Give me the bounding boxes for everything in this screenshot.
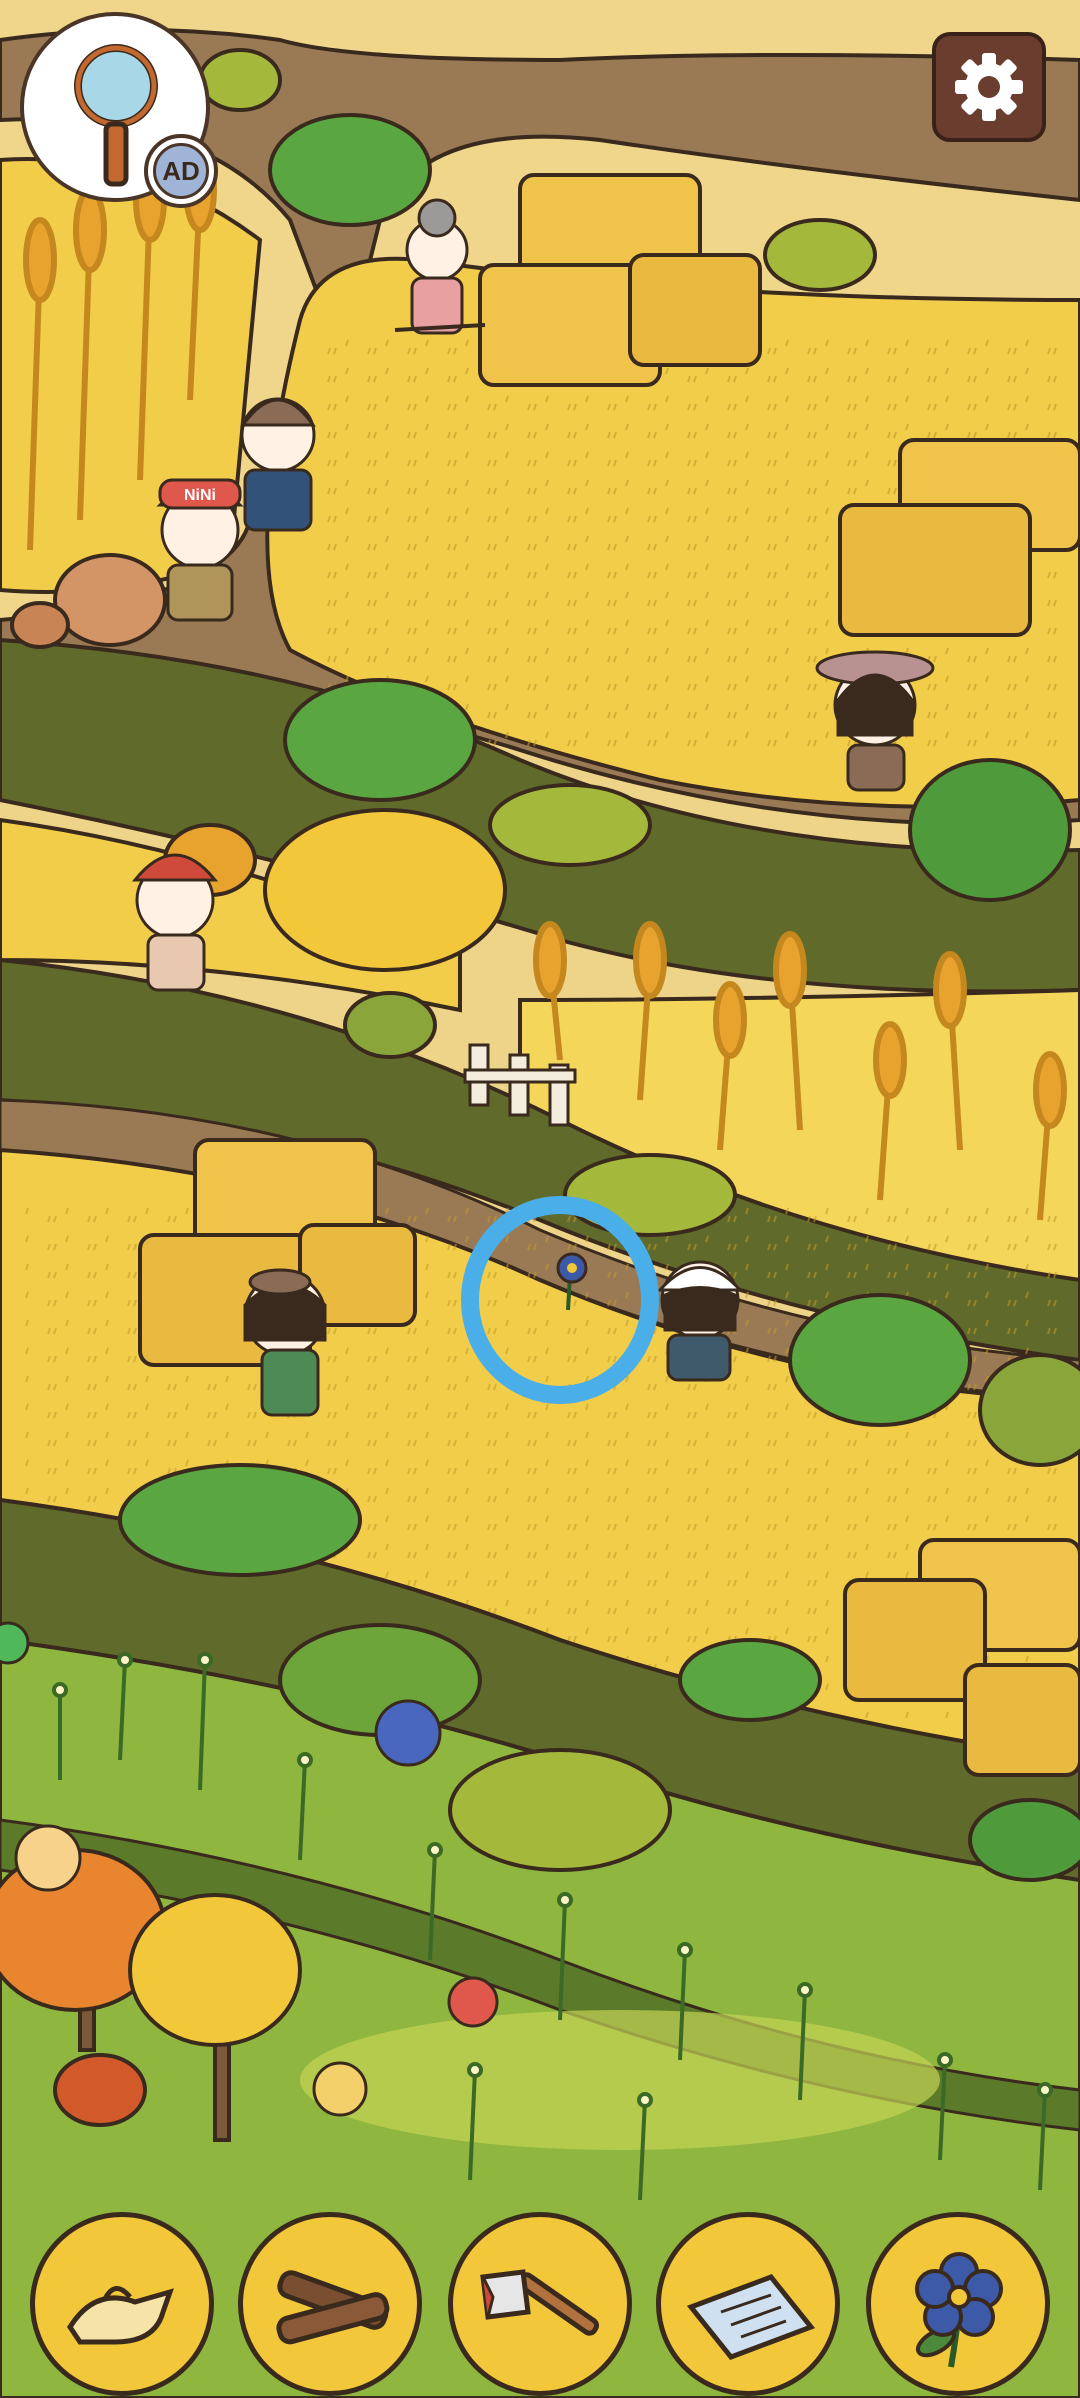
character-girl-nini-cap[interactable]: NiNi — [156, 478, 244, 622]
tray-slot-blue-flower[interactable] — [866, 2212, 1050, 2396]
oil-lamp-icon — [67, 2286, 174, 2345]
cap-text: NiNi — [184, 487, 216, 504]
blue-bubble[interactable] — [374, 1699, 442, 1767]
tray-slot-axe[interactable] — [448, 2212, 632, 2396]
character-red-cap-boy[interactable] — [131, 853, 219, 992]
newspaper-icon — [686, 2274, 816, 2360]
flower-icon — [915, 2252, 1003, 2368]
yellow-bubble[interactable] — [312, 2061, 368, 2117]
boulder[interactable] — [53, 553, 167, 647]
ad-badge: AD — [144, 134, 218, 208]
ad-badge-text: AD — [153, 143, 209, 199]
pale-orange-bubble[interactable] — [14, 1824, 82, 1892]
axe-icon — [480, 2269, 600, 2336]
hint-button[interactable]: AD — [20, 12, 218, 208]
tray-slot-newspaper[interactable] — [656, 2212, 840, 2396]
grass-patch-light — [300, 2010, 940, 2150]
tray-slot-firewood[interactable] — [238, 2212, 422, 2396]
settings-button[interactable] — [932, 32, 1046, 142]
tray-slot-oil-lamp[interactable] — [30, 2212, 214, 2396]
small-rock[interactable] — [10, 601, 70, 649]
gear-icon — [955, 53, 1023, 121]
red-bubble[interactable] — [447, 1976, 499, 2028]
firewood-icon — [276, 2270, 390, 2345]
green-bubble[interactable] — [0, 1621, 30, 1665]
farm-scene[interactable]: NiNi — [0, 0, 1080, 2398]
character-white-cap-man[interactable] — [656, 1260, 744, 1382]
